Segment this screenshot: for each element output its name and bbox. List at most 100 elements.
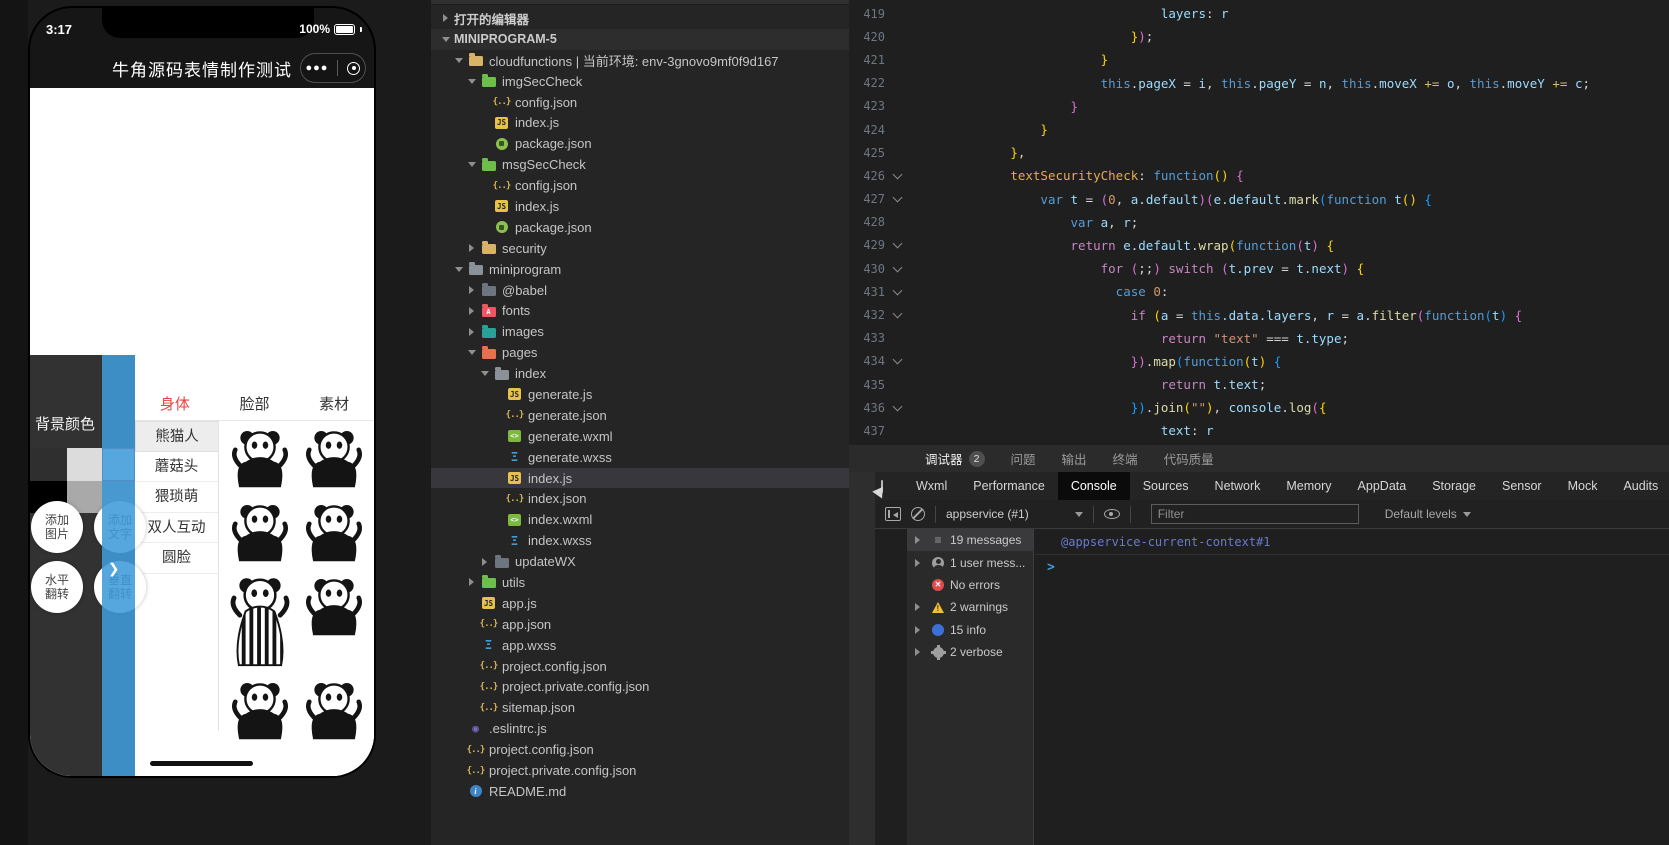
category-item[interactable]: 熊猫人 bbox=[135, 421, 218, 452]
panel-tab-终端[interactable]: 终端 bbox=[1113, 449, 1138, 468]
devtools-tab-Audits[interactable]: Audits bbox=[1610, 472, 1669, 500]
panda-sticker[interactable] bbox=[223, 673, 297, 747]
panda-sticker[interactable] bbox=[297, 421, 371, 495]
code-line[interactable]: 429 return e.default.wrap(function(t) { bbox=[849, 234, 1669, 257]
fold-chevron-icon[interactable] bbox=[885, 239, 909, 249]
code-line[interactable]: 431 case 0: bbox=[849, 280, 1669, 303]
toggle-sidebar-icon[interactable] bbox=[885, 507, 901, 521]
tree-item-package.json[interactable]: package.json bbox=[431, 133, 849, 154]
panel-tab-调试器[interactable]: 调试器 2 bbox=[925, 449, 985, 474]
devtools-tab-Sources[interactable]: Sources bbox=[1130, 472, 1202, 500]
tree-item-index.json[interactable]: {..} index.json bbox=[431, 488, 849, 509]
tree-item-project.private.config.json[interactable]: {..} project.private.config.json bbox=[431, 677, 849, 698]
code-line[interactable]: 425 }, bbox=[849, 141, 1669, 164]
fab-水平翻转[interactable]: 水平 翻转 bbox=[31, 561, 83, 613]
tree-item-config.json[interactable]: {..} config.json bbox=[431, 175, 849, 196]
context-selector[interactable]: appservice (#1) bbox=[946, 507, 1083, 521]
tree-item-security[interactable]: security bbox=[431, 238, 849, 259]
console-output[interactable]: @appservice-current-context#1 > bbox=[1035, 529, 1669, 845]
category-item[interactable]: 猥琐萌 bbox=[135, 482, 218, 513]
console-filter-user[interactable]: 1 user mess... bbox=[907, 551, 1033, 573]
code-line[interactable]: 420 }); bbox=[849, 25, 1669, 48]
drawer-chevron-icon[interactable]: ❯ bbox=[108, 558, 130, 584]
console-filter-verbose[interactable]: 2 verbose bbox=[907, 641, 1033, 663]
fold-chevron-icon[interactable] bbox=[885, 308, 909, 319]
fold-chevron-icon[interactable] bbox=[885, 354, 909, 365]
tree-item-index.js[interactable]: JS index.js bbox=[431, 196, 849, 217]
fold-chevron-icon[interactable] bbox=[885, 262, 909, 273]
inspect-element-icon[interactable] bbox=[881, 479, 883, 493]
tree-item-updateWX[interactable]: updateWX bbox=[431, 551, 849, 572]
tree-item-generate.js[interactable]: JS generate.js bbox=[431, 384, 849, 405]
tree-item-msgSecCheck[interactable]: msgSecCheck bbox=[431, 154, 849, 175]
code-line[interactable]: 436 }).join(""), console.log({ bbox=[849, 396, 1669, 419]
tree-item-generate.json[interactable]: {..} generate.json bbox=[431, 405, 849, 426]
code-line[interactable]: 419 layers: r bbox=[849, 2, 1669, 25]
tree-item-project.config.json[interactable]: {..} project.config.json bbox=[431, 656, 849, 677]
sticker-tab-0[interactable]: 身体 bbox=[135, 390, 215, 420]
panda-sticker[interactable] bbox=[297, 673, 371, 747]
devtools-tab-Performance[interactable]: Performance bbox=[960, 472, 1058, 500]
tree-item-@babel[interactable]: @babel bbox=[431, 280, 849, 301]
tree-item-sitemap.json[interactable]: {..} sitemap.json bbox=[431, 697, 849, 718]
devtools-tab-Sensor[interactable]: Sensor bbox=[1489, 472, 1555, 500]
tree-item-app.wxss[interactable]: Ξapp.wxss bbox=[431, 635, 849, 656]
code-line[interactable]: 422 this.pageX = i, this.pageY = n, this… bbox=[849, 72, 1669, 95]
code-line[interactable]: 434 }).map(function(t) { bbox=[849, 350, 1669, 373]
devtools-tab-Console[interactable]: Console bbox=[1057, 472, 1130, 500]
code-line[interactable]: 428 var a, r; bbox=[849, 211, 1669, 234]
devtools-tab-Memory[interactable]: Memory bbox=[1273, 472, 1344, 500]
category-item[interactable]: 双人互动 bbox=[135, 512, 218, 543]
panel-tab-问题[interactable]: 问题 bbox=[1011, 449, 1036, 468]
sticker-tab-2[interactable]: 素材 bbox=[294, 390, 374, 420]
code-line[interactable]: 426 textSecurityCheck: function() { bbox=[849, 164, 1669, 187]
console-prompt[interactable]: > bbox=[1035, 555, 1669, 575]
devtools-tab-AppData[interactable]: AppData bbox=[1345, 472, 1420, 500]
panda-sticker[interactable] bbox=[223, 421, 297, 495]
tree-item-cloudfunctions[interactable]: cloudfunctions | 当前环境: env-3gnovo9mf0f9d… bbox=[431, 50, 849, 71]
tree-item-generate.wxss[interactable]: Ξgenerate.wxss bbox=[431, 447, 849, 468]
filter-input[interactable] bbox=[1150, 504, 1359, 524]
tree-item-miniprogram[interactable]: miniprogram bbox=[431, 259, 849, 280]
log-levels-select[interactable]: Default levels bbox=[1385, 507, 1471, 521]
clear-console-icon[interactable] bbox=[911, 507, 925, 521]
code-line[interactable]: 430 for (;;) switch (t.prev = t.next) { bbox=[849, 257, 1669, 280]
tree-item-index.wxml[interactable]: <> index.wxml bbox=[431, 509, 849, 530]
tree-item-MINIPROGRAM-5[interactable]: MINIPROGRAM-5 bbox=[431, 28, 849, 50]
tree-item-app.json[interactable]: {..} app.json bbox=[431, 614, 849, 635]
devtools-tab-Wxml[interactable]: Wxml bbox=[903, 472, 960, 500]
tree-item-project.private.config.json[interactable]: {..} project.private.config.json bbox=[431, 760, 849, 781]
more-icon[interactable]: ●●● bbox=[306, 53, 329, 83]
tree-item-index[interactable]: index bbox=[431, 363, 849, 384]
capsule-menu[interactable]: ●●● bbox=[300, 53, 366, 83]
panel-tab-输出[interactable]: 输出 bbox=[1062, 449, 1087, 468]
tree-item-project.config.json[interactable]: {..} project.config.json bbox=[431, 739, 849, 760]
panel-tab-代码质量[interactable]: 代码质量 bbox=[1164, 449, 1214, 468]
console-filter-error[interactable]: ✕ No errors bbox=[907, 574, 1033, 596]
fold-chevron-icon[interactable] bbox=[885, 401, 909, 412]
panda-sticker[interactable] bbox=[297, 495, 371, 569]
tree-item-config.json[interactable]: {..} config.json bbox=[431, 92, 849, 113]
tree-item-index.js[interactable]: JS index.js bbox=[431, 112, 849, 133]
tree-item-README.md[interactable]: i README.md bbox=[431, 781, 849, 802]
fold-chevron-icon[interactable] bbox=[885, 285, 909, 296]
tree-item-pages[interactable]: pages bbox=[431, 342, 849, 363]
live-expression-eye-icon[interactable] bbox=[1103, 509, 1120, 519]
code-line[interactable]: 435 return t.text; bbox=[849, 373, 1669, 396]
color-swatch[interactable] bbox=[30, 448, 67, 481]
tree-item-app.js[interactable]: JS app.js bbox=[431, 593, 849, 614]
tree-item-index.wxss[interactable]: Ξindex.wxss bbox=[431, 530, 849, 551]
tree-item-imgSecCheck[interactable]: imgSecCheck bbox=[431, 71, 849, 92]
code-line[interactable]: 433 return "text" === t.type; bbox=[849, 327, 1669, 350]
fold-chevron-icon[interactable] bbox=[885, 169, 909, 180]
tree-item-images[interactable]: images bbox=[431, 321, 849, 342]
panda-sticker[interactable] bbox=[223, 569, 297, 673]
tree-item-utils[interactable]: utils bbox=[431, 572, 849, 593]
tree-item-package.json[interactable]: package.json bbox=[431, 217, 849, 238]
code-editor-pane[interactable]: 419 layers: r 420 }); 421 } 422 this.pageX … bbox=[849, 0, 1669, 445]
console-filter-list[interactable]: ≡ 19 messages bbox=[907, 529, 1033, 552]
code-line[interactable]: 427 var t = (0, a.default)(e.default.mar… bbox=[849, 188, 1669, 211]
console-filter-warning[interactable]: 2 warnings bbox=[907, 596, 1033, 618]
console-context-message[interactable]: @appservice-current-context#1 bbox=[1035, 529, 1669, 555]
category-item[interactable]: 圆脸 bbox=[135, 543, 218, 574]
